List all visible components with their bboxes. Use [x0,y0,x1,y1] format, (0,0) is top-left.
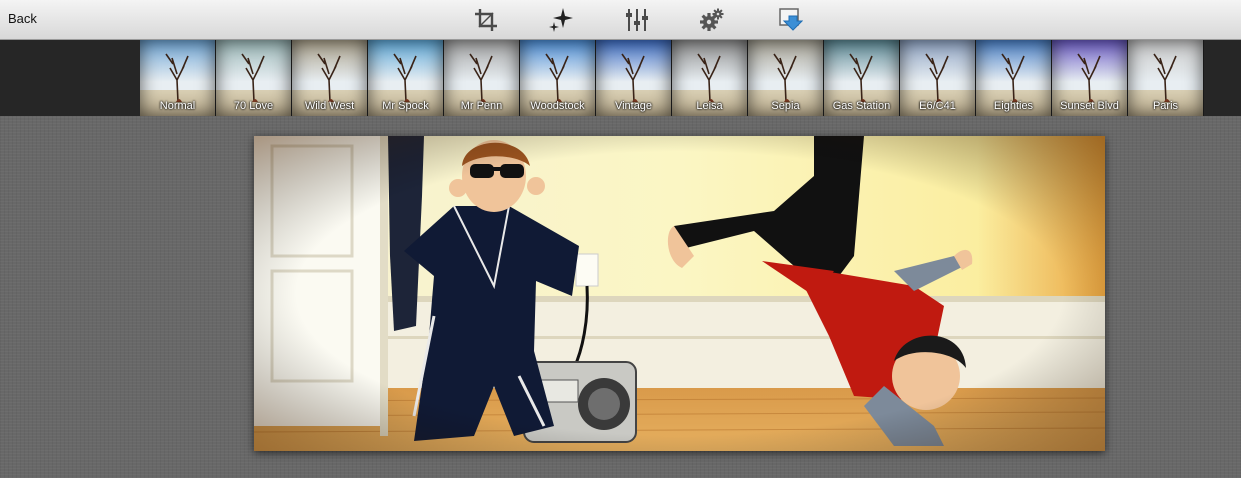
canvas-area [0,116,1241,478]
crop-tool-button[interactable] [471,5,501,35]
filter-normal[interactable]: Normal [140,40,216,116]
filter-woodstock[interactable]: Woodstock [520,40,596,116]
filter-mr-spock[interactable]: Mr Spock [368,40,444,116]
filter-label: Vintage [614,100,653,112]
sparkle-icon [549,8,573,32]
top-toolbar: Back [0,0,1241,40]
filter-leisa[interactable]: Leisa [672,40,748,116]
filter-label: Sunset Blvd [1060,100,1119,112]
save-tool-button[interactable] [775,5,805,35]
filter-label: Woodstock [530,100,585,112]
crop-icon [475,9,497,31]
effects-tool-button[interactable] [546,5,576,35]
photo-image [254,136,1105,451]
filter-e6-c41[interactable]: E6/C41 [900,40,976,116]
filter-vintage[interactable]: Vintage [596,40,672,116]
filter-label: Leisa [696,100,723,112]
filter-wild-west[interactable]: Wild West [292,40,368,116]
back-button[interactable]: Back [8,11,37,26]
filter-paris[interactable]: Paris [1128,40,1204,116]
filter-label: Normal [159,100,196,112]
filter-70-love[interactable]: 70 Love [216,40,292,116]
filter-label: Sepia [771,100,800,112]
filter-label: Mr Penn [460,100,503,112]
filter-mr-penn[interactable]: Mr Penn [444,40,520,116]
filter-sepia[interactable]: Sepia [748,40,824,116]
filter-gas-station[interactable]: Gas Station [824,40,900,116]
photo-canvas[interactable] [254,136,1105,451]
filter-label: Paris [1152,100,1179,112]
sliders-icon [626,9,648,31]
filter-list: Normal 70 Love Wild West Mr Spock Mr Penn Woo… [140,40,1204,116]
filter-eighties[interactable]: Eighties [976,40,1052,116]
filter-label: E6/C41 [919,100,956,112]
filter-strip: Normal 70 Love Wild West Mr Spock Mr Penn Woo… [0,40,1241,116]
save-export-icon [779,8,803,31]
settings-tool-button[interactable] [697,5,727,35]
filter-label: Mr Spock [382,100,429,112]
filter-label: 70 Love [233,100,274,112]
adjust-tool-button[interactable] [622,5,652,35]
filter-label: Wild West [304,100,355,112]
filter-label: Gas Station [832,100,891,112]
filter-sunset-blvd[interactable]: Sunset Blvd [1052,40,1128,116]
filter-label: Eighties [993,100,1034,112]
gears-icon [700,8,724,31]
